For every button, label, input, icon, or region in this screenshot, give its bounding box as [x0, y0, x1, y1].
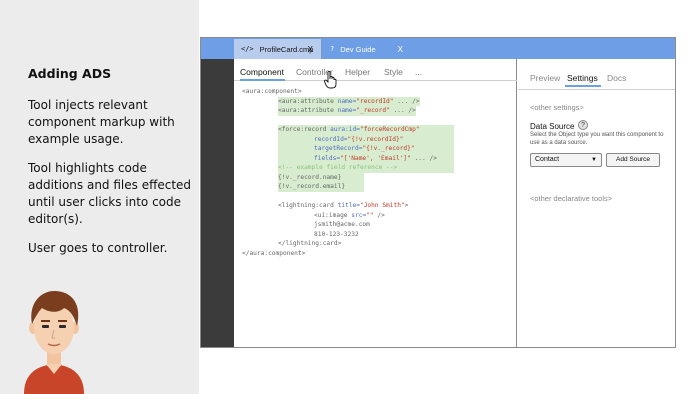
code-line: <lightning:card title="John Smith">: [278, 202, 409, 209]
tab-profilecard[interactable]: </> ProfileCard.cmp X: [234, 39, 322, 59]
editor-subtabs: Component Controller Helper Style ...: [234, 59, 517, 81]
tab-docs[interactable]: Docs: [607, 73, 626, 83]
data-source-description: Select the Object type you want this com…: [530, 132, 664, 146]
help-icon: ?: [330, 45, 335, 53]
divider: [518, 89, 675, 90]
narrative-title: Adding ADS: [28, 66, 112, 81]
subtab-component[interactable]: Component: [240, 67, 284, 77]
code-line-added: targetRecord="{!v._record}": [278, 144, 454, 154]
code-comment-added: <!-- example field reference -->: [278, 163, 454, 173]
active-subtab-indicator: [240, 79, 285, 81]
code-line: <aura:component>: [242, 88, 302, 95]
code-line-added: recordId="{!v.recordId}": [278, 134, 454, 144]
code-line: jsmith@acme.com: [314, 221, 370, 228]
data-source-label: Data Source: [530, 122, 575, 131]
code-line-added: {!v._record.email}: [278, 182, 364, 192]
ide-window: </> ProfileCard.cmp X ? Dev Guide X Comp…: [200, 37, 676, 348]
subtab-helper[interactable]: Helper: [345, 67, 370, 77]
code-icon: </>: [241, 45, 254, 53]
settings-panel: Preview Settings Docs <other settings> D…: [518, 59, 675, 347]
select-value: Contact: [535, 156, 560, 163]
other-tools-placeholder: <other declarative tools>: [530, 194, 613, 203]
other-settings-placeholder: <other settings>: [530, 103, 584, 112]
subtab-more[interactable]: ...: [415, 67, 422, 77]
subtab-style[interactable]: Style: [384, 67, 403, 77]
editor-gutter: [201, 59, 234, 347]
tab-dev-guide[interactable]: ? Dev Guide X: [323, 39, 411, 59]
code-line: </aura:component>: [242, 249, 306, 257]
developer-avatar-illustration: [24, 290, 84, 394]
close-icon[interactable]: X: [398, 45, 403, 54]
file-tab-bar: </> ProfileCard.cmp X ? Dev Guide X: [201, 38, 675, 59]
code-line: 810-123-3232: [314, 230, 359, 238]
tab-label: ProfileCard.cmp: [259, 44, 314, 54]
chevron-down-icon: ▼: [591, 157, 597, 163]
code-editor[interactable]: Component Controller Helper Style ... <a…: [234, 59, 517, 347]
narrative-paragraph-2: Tool highlights code additions and files…: [28, 161, 192, 226]
code-line-added: <aura:attribute name="recordId" ... />: [278, 96, 420, 106]
active-tab-indicator: [565, 85, 601, 87]
narrative-paragraph-3: User goes to controller.: [28, 241, 168, 255]
add-source-button[interactable]: Add Source: [606, 153, 660, 167]
tab-preview[interactable]: Preview: [530, 73, 560, 83]
code-line-added: {!v._record.name}: [278, 172, 364, 182]
code-line-added: <force:record aura:id="forceRecordCmp": [278, 125, 454, 135]
narrative-panel: Adding ADS Tool injects relevant compone…: [0, 0, 199, 394]
code-line: <ui:image src="" />: [314, 211, 385, 219]
tab-label: Dev Guide: [340, 44, 376, 54]
data-source-select[interactable]: Contact ▼: [530, 153, 602, 167]
slide: Adding ADS Tool injects relevant compone…: [0, 0, 700, 394]
close-icon[interactable]: X: [308, 45, 313, 54]
code-line: </lightning:card>: [278, 240, 342, 247]
code-line-added: <aura:attribute name="_record" ... />: [278, 106, 416, 116]
tab-settings[interactable]: Settings: [567, 73, 598, 83]
hand-pointer-icon: [324, 71, 337, 89]
help-icon[interactable]: ?: [578, 120, 588, 130]
narrative-paragraph-1: Tool injects relevant component markup w…: [28, 98, 175, 146]
code-line-added: fields="['Name', 'Email']" ... />: [278, 153, 454, 163]
